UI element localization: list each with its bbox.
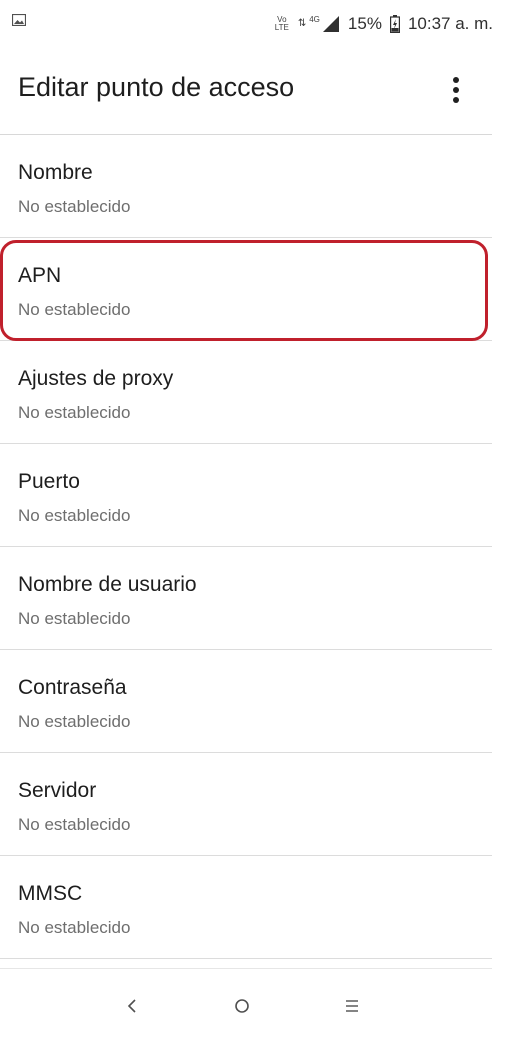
network-type-label: 4G — [309, 15, 320, 24]
list-item-nombre-usuario[interactable]: Nombre de usuario No establecido — [0, 547, 492, 650]
home-button[interactable] — [227, 991, 257, 1021]
item-title: Contraseña — [18, 676, 127, 699]
navigation-bar — [0, 968, 492, 1039]
data-arrows-icon: ⇅ — [297, 18, 307, 29]
more-vert-icon — [453, 77, 459, 103]
item-value: No establecido — [18, 506, 131, 525]
back-chevron-icon — [127, 999, 136, 1013]
item-value: No establecido — [18, 815, 131, 834]
overflow-menu-button[interactable] — [444, 72, 468, 108]
clock: 10:37 a. m. — [407, 14, 493, 33]
item-value: No establecido — [18, 609, 131, 628]
item-value: No establecido — [18, 712, 131, 731]
image-notification-icon — [12, 14, 26, 26]
apn-settings-list: Nombre No establecido APN No establecido… — [0, 135, 492, 959]
item-title: Ajustes de proxy — [18, 367, 174, 390]
battery-charging-icon — [389, 15, 400, 33]
item-title: MMSC — [18, 882, 83, 905]
back-button[interactable] — [118, 991, 148, 1021]
volte-bottom-label: LTE — [274, 23, 289, 32]
app-bar: Editar punto de acceso — [0, 50, 492, 135]
item-value: No establecido — [18, 197, 131, 216]
menu-lines-icon — [346, 1000, 358, 1012]
data-activity-indicator: ⇅ 4G — [297, 15, 320, 29]
page-title: Editar punto de acceso — [18, 72, 295, 102]
list-item-apn[interactable]: APN No establecido — [0, 238, 492, 341]
item-title: Nombre — [18, 161, 93, 184]
list-item-servidor[interactable]: Servidor No establecido — [0, 753, 492, 856]
list-item-contrasena[interactable]: Contraseña No establecido — [0, 650, 492, 753]
signal-icon — [322, 16, 339, 32]
list-item-mmsc[interactable]: MMSC No establecido — [0, 856, 492, 959]
item-value: No establecido — [18, 300, 131, 319]
item-title: Servidor — [18, 779, 97, 802]
item-title: Puerto — [18, 470, 80, 493]
list-item-nombre[interactable]: Nombre No establecido — [0, 135, 492, 238]
item-value: No establecido — [18, 918, 131, 937]
status-indicators: Vo LTE ⇅ 4G 15% 10:37 a. m. — [274, 12, 493, 36]
home-circle-icon — [235, 999, 249, 1013]
status-bar: Vo LTE ⇅ 4G 15% 10:37 a. m. — [0, 0, 505, 50]
battery-percent: 15% — [347, 14, 382, 33]
menu-button[interactable] — [337, 991, 367, 1021]
list-item-puerto[interactable]: Puerto No establecido — [0, 444, 492, 547]
list-item-proxy[interactable]: Ajustes de proxy No establecido — [0, 341, 492, 444]
volte-indicator: Vo LTE — [274, 16, 290, 32]
item-value: No establecido — [18, 403, 131, 422]
item-title: Nombre de usuario — [18, 573, 197, 596]
item-title: APN — [18, 264, 62, 287]
